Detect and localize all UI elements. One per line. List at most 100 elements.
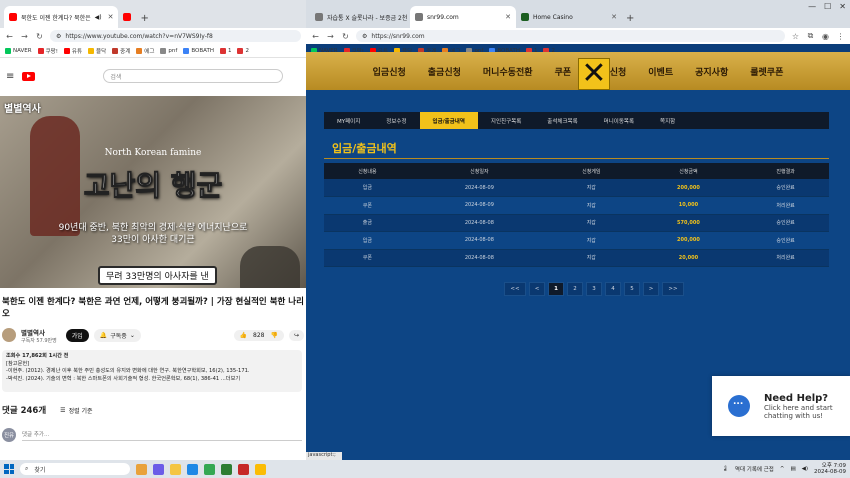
close-window-icon[interactable]: ✕: [839, 2, 846, 11]
maximize-icon[interactable]: ☐: [824, 2, 831, 11]
description-box[interactable]: 조회수 17,862회 1시간 전 [참고문헌] -이현주. (2012). 경…: [2, 350, 302, 392]
channel-name[interactable]: 별별역사: [21, 327, 57, 337]
page-button[interactable]: 2: [567, 282, 583, 296]
close-tab-icon[interactable]: ✕: [108, 13, 114, 21]
subtab-edit-info[interactable]: 정보수정: [373, 112, 419, 129]
bookmark-youtube[interactable]: 유튜: [63, 47, 82, 55]
video-player[interactable]: 별별역사 North Korean famine 고난의 행군 90년대 중반,…: [0, 96, 306, 288]
bookmark-naver[interactable]: NAVER: [5, 47, 32, 54]
volume-icon[interactable]: ◀): [802, 466, 808, 472]
site-info-icon[interactable]: ⚙: [362, 33, 367, 40]
left-tab-youtube[interactable]: 북한도 이젠 한계다? 북한은 ◀) ✕: [4, 6, 119, 28]
casino-favicon-icon: [521, 13, 529, 21]
page-first-button[interactable]: <<: [504, 282, 526, 296]
new-tab-button[interactable]: +: [622, 13, 638, 28]
youtube-search-input[interactable]: 검색: [103, 69, 284, 83]
chrome-icon[interactable]: [255, 463, 266, 475]
page-prev-button[interactable]: <: [529, 282, 545, 296]
my-avatar: 진유: [2, 428, 16, 442]
weather-text[interactable]: 역대 기록에 근접: [735, 465, 774, 473]
bookmark-egg[interactable]: 에그: [136, 47, 154, 55]
windows-start-icon[interactable]: [4, 464, 14, 474]
taskbar-app-icon[interactable]: [238, 463, 249, 475]
subtab-deposit-withdraw-history[interactable]: 입금/출금내역: [419, 112, 478, 129]
subtab-attendance[interactable]: 출석체크목록: [534, 112, 590, 129]
close-tab-icon[interactable]: ✕: [505, 13, 511, 21]
forward-icon[interactable]: →: [20, 32, 29, 41]
bookmark-bobath[interactable]: BOBATH: [183, 47, 214, 54]
bookmark-blog[interactable]: 블닥: [88, 47, 106, 55]
menu-icon[interactable]: ≡: [6, 71, 14, 82]
nav-event[interactable]: 이벤트: [648, 65, 673, 78]
subtab-messages[interactable]: 쪽지함: [647, 112, 688, 129]
tab-title: 북한도 이젠 한계다? 북한은: [21, 14, 91, 22]
bookmark-coupang[interactable]: 쿠팡!: [37, 47, 58, 55]
taskbar-app-icon[interactable]: [221, 463, 232, 475]
youtube-logo-icon[interactable]: [22, 71, 36, 81]
subtab-mypage[interactable]: MY페이지: [324, 112, 373, 129]
taskbar-app-icon[interactable]: [136, 463, 147, 475]
thumbs-down-icon[interactable]: 👎: [270, 332, 277, 339]
minimize-icon[interactable]: —: [808, 2, 816, 11]
page-button[interactable]: 4: [605, 282, 621, 296]
back-icon[interactable]: ←: [311, 32, 320, 41]
taskbar-app-icon[interactable]: [153, 463, 164, 475]
close-popup-icon[interactable]: ✕: [578, 58, 610, 90]
left-tab-2[interactable]: [118, 6, 136, 28]
nav-money-convert[interactable]: 머니수동전환: [483, 65, 533, 78]
nav-coupon[interactable]: 쿠폰: [555, 65, 572, 78]
sort-button[interactable]: ☰ 정렬 기준: [60, 406, 92, 415]
nav-roulette-coupon[interactable]: 룰렛쿠폰: [750, 65, 783, 78]
bookmark-stream[interactable]: 중계: [112, 47, 130, 55]
channel-avatar[interactable]: [2, 328, 16, 342]
url-field[interactable]: ⚙ https://snr99.com: [356, 30, 785, 42]
bookmark-1[interactable]: 1: [219, 47, 231, 54]
left-address-bar: ← → ↻ ⚙ https://www.youtube.com/watch?v=…: [0, 28, 306, 44]
back-icon[interactable]: ←: [5, 32, 14, 41]
page-last-button[interactable]: >>: [662, 282, 684, 296]
chrome-icon[interactable]: [204, 463, 215, 475]
new-tab-button[interactable]: +: [136, 13, 152, 28]
more-icon[interactable]: ⋮: [836, 32, 845, 41]
extensions-icon[interactable]: ⧉: [806, 31, 815, 41]
subscribe-button[interactable]: 🔔 구독중 ⌄: [93, 328, 141, 342]
subtab-money-transfer[interactable]: 머니이동목록: [591, 112, 647, 129]
chevron-up-icon[interactable]: ^: [780, 466, 785, 472]
reload-icon[interactable]: ↻: [35, 32, 44, 41]
profile-icon[interactable]: ◉: [821, 32, 830, 41]
nav-withdraw[interactable]: 출금신청: [428, 65, 461, 78]
nav-notice[interactable]: 공지사항: [695, 65, 728, 78]
site-info-icon[interactable]: ⚙: [56, 33, 61, 40]
reload-icon[interactable]: ↻: [341, 32, 350, 41]
bookmark-pnf[interactable]: pnf: [160, 47, 177, 54]
page-button[interactable]: 1: [548, 282, 564, 296]
page-button[interactable]: 3: [586, 282, 602, 296]
like-dislike-button[interactable]: 👍 828 👎: [233, 329, 284, 341]
network-icon[interactable]: ▤: [790, 466, 795, 472]
file-explorer-icon[interactable]: [170, 463, 181, 475]
subtab-friends-list[interactable]: 지인친구목록: [478, 112, 534, 129]
star-icon[interactable]: ☆: [791, 32, 800, 41]
channel-info: 별별역사 구독자 57.9만명: [21, 327, 57, 344]
join-button[interactable]: 가입: [65, 328, 89, 342]
right-tab-home-casino[interactable]: Home Casino ✕: [516, 6, 622, 28]
close-tab-icon[interactable]: ✕: [611, 13, 617, 21]
share-icon[interactable]: ↪: [288, 329, 304, 341]
nav-deposit[interactable]: 입금신청: [373, 65, 406, 78]
bookmark-2[interactable]: 2: [237, 47, 249, 54]
right-tab-snr99[interactable]: snr99.com ✕: [410, 6, 516, 28]
taskbar-search[interactable]: ⌕ 찾기: [20, 463, 130, 475]
speaker-icon: ◀): [94, 13, 102, 21]
comment-input[interactable]: 댓글 추가...: [22, 430, 302, 441]
live-chat-widget[interactable]: Need Help? Click here and start chatting…: [712, 376, 850, 436]
page-next-button[interactable]: >: [643, 282, 659, 296]
url-field[interactable]: ⚙ https://www.youtube.com/watch?v=nV7WS9…: [50, 30, 301, 42]
edge-icon[interactable]: [187, 463, 198, 475]
right-tab-jaseubtong[interactable]: 자습통 X 슬롯나라 - 보증금 2천 ✕: [310, 6, 410, 28]
page-button[interactable]: 5: [624, 282, 640, 296]
bobath-icon: [183, 47, 190, 54]
thermometer-icon: 🌡: [721, 466, 729, 472]
pagination: << < 1 2 3 4 5 > >>: [504, 282, 684, 296]
clock[interactable]: 오후 7:09 2024-08-09: [814, 463, 846, 475]
forward-icon[interactable]: →: [326, 32, 335, 41]
